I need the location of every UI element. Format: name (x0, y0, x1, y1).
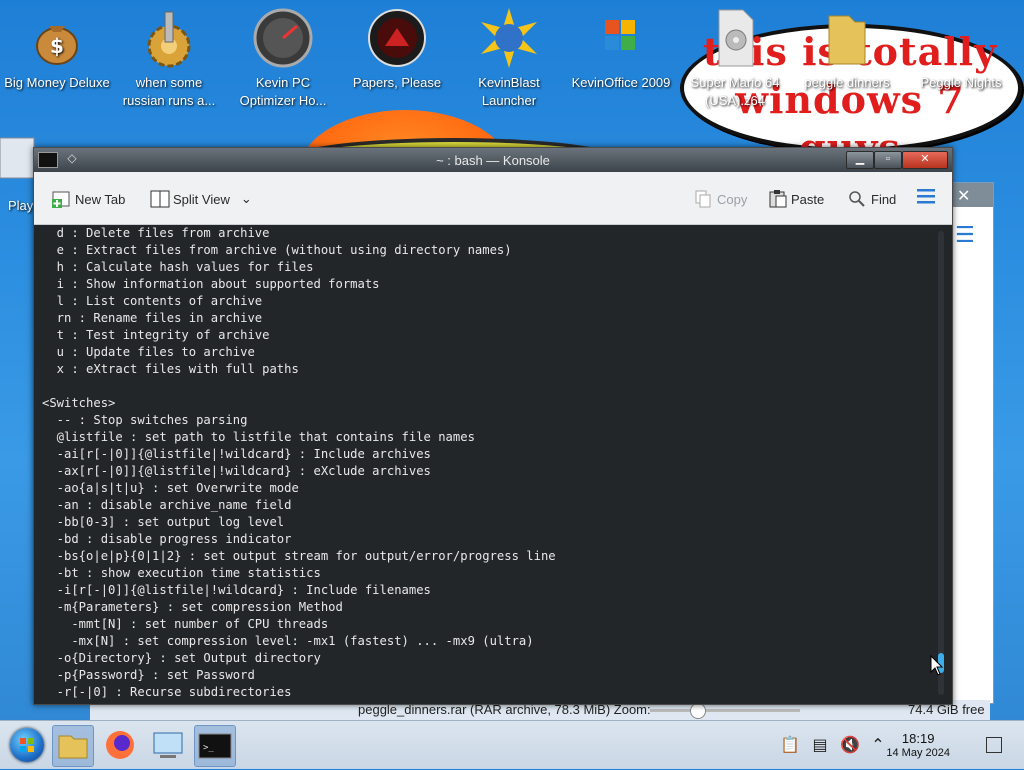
konsole-window[interactable]: ◇ ~ : bash — Konsole ▁ ▫ ✕ New Tab Split… (33, 147, 953, 705)
terminal-output: d : Delete files from archive e : Extrac… (42, 226, 556, 699)
folder-icon (815, 6, 879, 70)
desktop-icon-label: Big Money Deluxe (4, 75, 110, 90)
clock-date: 14 May 2024 (886, 747, 950, 759)
minimize-button[interactable]: ▁ (846, 151, 874, 169)
money-bag-icon: $ (25, 6, 89, 70)
new-tab-icon (52, 190, 70, 208)
desktop-icon-peggle-nights[interactable]: Peggle Nights (906, 6, 1016, 92)
taskbar-terminal[interactable]: >_ (194, 725, 236, 767)
disc-file-icon (703, 6, 767, 70)
volume-muted-icon[interactable]: 🔇 (840, 735, 860, 755)
desktop-icon-kevinoffice[interactable]: KevinOffice 2009 (566, 6, 676, 92)
zoom-slider-handle[interactable] (690, 703, 706, 719)
new-tab-button[interactable]: New Tab (52, 188, 125, 210)
konsole-toolbar: New Tab Split View ⌄ Copy Paste Find (34, 172, 952, 225)
hamburger-menu-icon[interactable]: ☰ (955, 223, 975, 248)
zoom-slider-track[interactable] (650, 709, 800, 712)
copy-label: Copy (717, 191, 748, 207)
paste-button[interactable]: Paste (768, 188, 824, 210)
start-orb-icon[interactable] (10, 728, 44, 762)
firefox-icon (106, 731, 134, 759)
taskbar-firefox[interactable] (100, 725, 140, 765)
mouse-cursor-icon (930, 654, 944, 676)
globe-burst-icon (477, 6, 541, 70)
terminal-scrollbar[interactable] (938, 231, 944, 695)
desktop-icon-label: peggle dinners (804, 75, 890, 90)
find-label: Find (871, 191, 897, 207)
terminal-icon: >_ (198, 733, 232, 759)
game-icon (929, 6, 993, 70)
taskbar-file-manager[interactable] (52, 725, 94, 767)
close-button[interactable]: ✕ (902, 151, 948, 169)
copy-button[interactable]: Copy (694, 188, 747, 210)
close-icon[interactable]: ✕ (957, 186, 970, 205)
desktop-icon-label: when some russian runs a... (122, 75, 216, 108)
desktop-icon-super-mario[interactable]: Super Mario 64 (USA).z64 (680, 6, 790, 110)
control-panel-icon (153, 732, 183, 758)
desktop-icon-label: Kevin PC Optimizer Ho... (239, 75, 327, 108)
desktop-icon-russian[interactable]: when some russian runs a... (114, 6, 224, 110)
terminal-area[interactable]: d : Delete files from archive e : Extrac… (34, 225, 952, 704)
find-button[interactable]: Find (848, 188, 896, 210)
paste-icon (768, 190, 787, 208)
system-clock[interactable]: 18:19 14 May 2024 (886, 731, 950, 760)
desktop-icon-label: KevinBlast Launcher (478, 75, 540, 108)
desktop-icon-kevinblast[interactable]: KevinBlast Launcher (454, 6, 564, 110)
clock-time: 18:19 (901, 731, 935, 746)
desktop-icon-label: Play (8, 198, 34, 213)
svg-text:>_: >_ (203, 743, 214, 753)
chevron-up-icon[interactable]: ⌃ (868, 735, 888, 755)
show-desktop-button[interactable] (986, 737, 1002, 753)
desktop-icon-kevin-pc-optimizer[interactable]: Kevin PC Optimizer Ho... (228, 6, 338, 110)
window-title: ~ : bash — Konsole (436, 153, 550, 168)
hamburger-menu-icon (916, 187, 936, 208)
chevron-down-icon[interactable]: ⌄ (241, 191, 252, 207)
file-manager-icon (58, 735, 88, 759)
paste-label: Paste (791, 191, 825, 207)
gear-icon (137, 6, 201, 70)
split-view-button[interactable]: Split View ⌄ (150, 188, 252, 210)
copy-icon (694, 190, 712, 208)
desktop-icon-big-money-deluxe[interactable]: $ Big Money Deluxe (2, 6, 112, 92)
taskbar-control-panel[interactable] (148, 725, 188, 765)
maximize-button[interactable]: ▫ (874, 151, 902, 169)
split-view-label: Split View (173, 191, 230, 207)
desktop-icon-label: Peggle Nights (920, 75, 1002, 90)
emblem-icon (365, 6, 429, 70)
desktop-icon-peggle-dinners[interactable]: peggle dinners (792, 6, 902, 92)
desktop-icon-label: KevinOffice 2009 (571, 75, 671, 90)
desktop-icon-label: Super Mario 64 (USA).z64 (690, 75, 780, 108)
desktop-icon-papers-please[interactable]: Papers, Please (342, 6, 452, 92)
hamburger-menu-button[interactable] (916, 186, 936, 208)
svg-text:$: $ (50, 34, 64, 58)
search-icon (848, 190, 866, 208)
notes-tray-icon[interactable]: ▤ (810, 735, 830, 755)
speedometer-icon (251, 6, 315, 70)
konsole-titlebar[interactable]: ◇ ~ : bash — Konsole ▁ ▫ ✕ (34, 148, 952, 172)
clipboard-tray-icon[interactable]: 📋 (780, 735, 800, 755)
office-logo-icon (589, 6, 653, 70)
desktop-icon-label: Papers, Please (352, 75, 442, 90)
taskbar: >_ 📋 ▤ 🔇 ⌃ 18:19 14 May 2024 (0, 720, 1024, 769)
split-view-icon (150, 190, 170, 208)
new-tab-label: New Tab (75, 191, 126, 207)
